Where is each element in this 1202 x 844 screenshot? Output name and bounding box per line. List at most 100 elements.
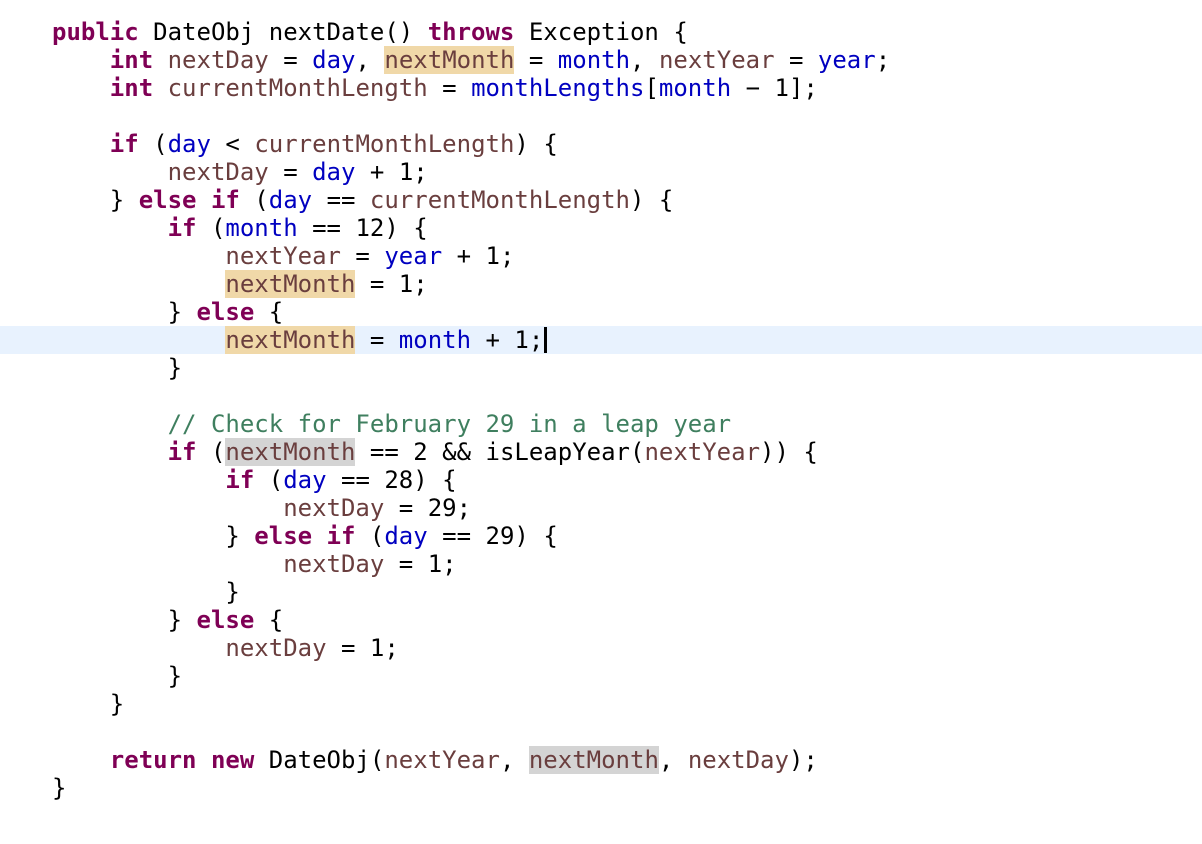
code-text: { [254,606,284,634]
code-line[interactable]: nextDay = 29; [0,494,1202,522]
code-text: } [109,186,139,214]
code-text: } [225,578,240,606]
local-variable: currentMonthLength [369,186,631,214]
code-text: [ [644,74,659,102]
code-line[interactable] [0,382,1202,410]
code-line[interactable]: } [0,578,1202,606]
code-text: , [499,746,529,774]
code-line[interactable]: nextDay = 1; [0,550,1202,578]
local-variable: nextYear [658,46,775,74]
keyword: if [167,438,197,466]
code-line[interactable]: nextMonth = 1; [0,270,1202,298]
code-line[interactable] [0,102,1202,130]
occurrence-highlight-local-variable: nextMonth [225,326,356,354]
code-line[interactable]: if (nextMonth == 2 && isLeapYear(nextYea… [0,438,1202,466]
field-ref: day [312,158,356,186]
occurrence-highlight-local-variable: nextMonth [225,270,356,298]
code-line[interactable]: // Check for February 29 in a leap year [0,410,1202,438]
local-variable: nextDay [283,494,385,522]
current-code-line[interactable]: nextMonth = month + 1; [0,326,1202,354]
code-line[interactable]: } else if (day == currentMonthLength) { [0,186,1202,214]
code-line[interactable]: int currentMonthLength = monthLengths[mo… [0,74,1202,102]
code-text: { [254,298,284,326]
code-line[interactable]: } else { [0,298,1202,326]
code-text: == 2 && isLeapYear( [355,438,645,466]
code-text: == 29) { [427,522,558,550]
code-line[interactable]: nextYear = year + 1; [0,242,1202,270]
code-text: == [312,186,370,214]
local-variable: nextDay [167,158,269,186]
field-ref: monthLengths [471,74,645,102]
code-text: < [210,130,255,158]
code-text: = [774,46,818,74]
code-text: ( [254,466,284,494]
code-line[interactable]: int nextDay = day, nextMonth = month, ne… [0,46,1202,74]
field-ref: month [658,74,732,102]
code-text: = [355,326,399,354]
code-text: ( [196,438,226,466]
code-line[interactable] [0,718,1202,746]
keyword: if [326,522,356,550]
field-ref: day [167,130,211,158]
code-editor[interactable]: public DateObj nextDate() throws Excepti… [0,18,1202,802]
code-line[interactable]: } [0,690,1202,718]
code-line[interactable]: if (month == 12) { [0,214,1202,242]
code-text: , [658,746,688,774]
field-ref: day [268,186,313,214]
field-ref: year [817,46,876,74]
code-line[interactable]: return new DateObj(nextYear, nextMonth, … [0,746,1202,774]
code-text: } [109,690,125,718]
code-line[interactable]: } else { [0,606,1202,634]
code-text: = [340,242,385,270]
code-text: == 28) { [326,466,457,494]
code-line[interactable]: } else if (day == 29) { [0,522,1202,550]
code-line[interactable]: public DateObj nextDate() throws Excepti… [0,18,1202,46]
code-text: } [167,606,197,634]
code-line[interactable]: if (day < currentMonthLength) { [0,130,1202,158]
code-text: ( [138,130,168,158]
code-text: DateObj( [254,746,385,774]
code-text: ) { [630,186,674,214]
field-ref: day [384,522,428,550]
code-text: } [167,662,183,690]
keyword: if [225,466,255,494]
code-line[interactable]: nextDay = 1; [0,634,1202,662]
local-variable: nextYear [644,438,761,466]
code-line[interactable]: } [0,662,1202,690]
local-variable: nextDay [687,746,789,774]
comment: // Check for February 29 in a leap year [167,410,732,438]
code-text: , [630,46,659,74]
keyword: else [138,186,197,214]
code-text: ; [875,46,891,74]
keyword: else [196,298,255,326]
code-text: ); [788,746,818,774]
code-text: ) { [514,130,558,158]
code-line[interactable]: if (day == 28) { [0,466,1202,494]
code-line[interactable]: nextDay = day + 1; [0,158,1202,186]
code-line[interactable]: } [0,354,1202,382]
keyword: if [167,214,197,242]
code-text: = 1; [355,270,428,298]
code-text: ( [239,186,269,214]
code-line[interactable]: } [0,774,1202,802]
local-variable: currentMonthLength [254,130,515,158]
local-variable: nextDay [167,46,269,74]
code-text: = [427,74,472,102]
